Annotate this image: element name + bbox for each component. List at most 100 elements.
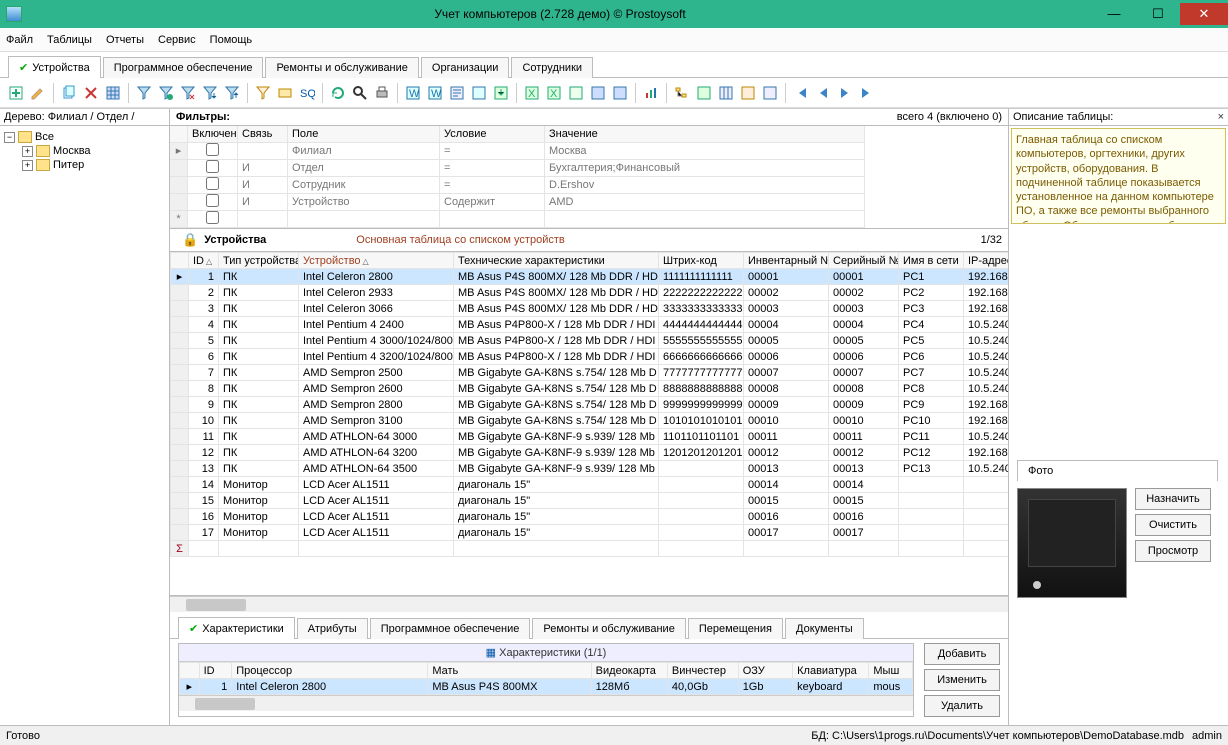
- table-row[interactable]: 11ПКAMD ATHLON-64 3000MB Gigabyte GA-K8N…: [171, 429, 1009, 445]
- copy-icon[interactable]: [59, 83, 79, 103]
- table-row[interactable]: 4ПКIntel Pentium 4 2400MB Asus P4P800-X …: [171, 317, 1009, 333]
- detail-add-button[interactable]: Добавить: [924, 643, 1000, 665]
- table-row[interactable]: 7ПКAMD Sempron 2500MB Gigabyte GA-K8NS s…: [171, 365, 1009, 381]
- photo-view-button[interactable]: Просмотр: [1135, 540, 1211, 562]
- edit-icon[interactable]: [28, 83, 48, 103]
- settings-icon[interactable]: [738, 83, 758, 103]
- expand-icon[interactable]: +: [22, 160, 33, 171]
- columns-icon[interactable]: [716, 83, 736, 103]
- col-header[interactable]: Процессор: [232, 663, 428, 679]
- dtab-moves[interactable]: Перемещения: [688, 618, 783, 639]
- dtab-software[interactable]: Программное обеспечение: [370, 618, 531, 639]
- filter-down-icon[interactable]: [200, 83, 220, 103]
- filter-row[interactable]: ИУстройствоСодержитAMD: [170, 194, 1008, 211]
- filter-enable-check[interactable]: [206, 143, 219, 156]
- menu-service[interactable]: Сервис: [158, 34, 196, 46]
- filter-enable-check[interactable]: [206, 211, 219, 224]
- chart-icon[interactable]: [641, 83, 661, 103]
- filter-save-icon[interactable]: [156, 83, 176, 103]
- table-row[interactable]: 15МониторLCD Acer AL1511диагональ 15"000…: [171, 493, 1009, 509]
- col-header[interactable]: Устройство: [299, 253, 454, 269]
- close-button[interactable]: ✕: [1180, 3, 1228, 25]
- tab-orgs[interactable]: Организации: [421, 57, 510, 78]
- tab-staff[interactable]: Сотрудники: [511, 57, 593, 78]
- expand-icon[interactable]: +: [22, 146, 33, 157]
- sql-icon[interactable]: SQL: [297, 83, 317, 103]
- filter-icon[interactable]: [134, 83, 154, 103]
- table-row[interactable]: 14МониторLCD Acer AL1511диагональ 15"000…: [171, 477, 1009, 493]
- fields-icon[interactable]: [760, 83, 780, 103]
- group-icon[interactable]: [694, 83, 714, 103]
- col-header[interactable]: ID: [199, 663, 232, 679]
- menu-reports[interactable]: Отчеты: [106, 34, 144, 46]
- table-row[interactable]: 13ПКAMD ATHLON-64 3500MB Gigabyte GA-K8N…: [171, 461, 1009, 477]
- col-header[interactable]: ID: [189, 253, 219, 269]
- menu-tables[interactable]: Таблицы: [47, 34, 92, 46]
- add-icon[interactable]: [6, 83, 26, 103]
- grid-hscrollbar[interactable]: [170, 596, 1008, 612]
- dtab-repairs[interactable]: Ремонты и обслуживание: [532, 618, 685, 639]
- grid-edit-icon[interactable]: [103, 83, 123, 103]
- filters-new-row[interactable]: *: [170, 211, 1008, 228]
- col-header[interactable]: Имя в сети: [899, 253, 964, 269]
- export-excel2-icon[interactable]: X: [544, 83, 564, 103]
- dtab-docs[interactable]: Документы: [785, 618, 864, 639]
- detail-row[interactable]: ▸ 1 Intel Celeron 2800 MB Asus P4S 800MX…: [180, 679, 913, 695]
- filter-row[interactable]: ИСотрудник=D.Ershov: [170, 177, 1008, 194]
- table-row[interactable]: 12ПКAMD ATHLON-64 3200MB Gigabyte GA-K8N…: [171, 445, 1009, 461]
- tree-node-piter[interactable]: + Питер: [4, 158, 165, 172]
- filter-row[interactable]: ИОтдел=Бухгалтерия;Финансовый: [170, 160, 1008, 177]
- menu-help[interactable]: Помощь: [210, 34, 253, 46]
- views-icon[interactable]: [275, 83, 295, 103]
- filter-enable-check[interactable]: [206, 160, 219, 173]
- nav-first-icon[interactable]: [791, 83, 811, 103]
- delete-icon[interactable]: [81, 83, 101, 103]
- filter-row[interactable]: ▸Филиал=Москва: [170, 143, 1008, 160]
- minimize-button[interactable]: —: [1092, 3, 1136, 25]
- nav-prev-icon[interactable]: [813, 83, 833, 103]
- table-row[interactable]: 3ПКIntel Celeron 3066MB Asus P4S 800MX/ …: [171, 301, 1009, 317]
- col-header[interactable]: Технические характеристики: [454, 253, 659, 269]
- filter-clear-icon[interactable]: [178, 83, 198, 103]
- export-dbf-icon[interactable]: [588, 83, 608, 103]
- dtab-characteristics[interactable]: ✔Характеристики: [178, 617, 295, 639]
- detail-edit-button[interactable]: Изменить: [924, 669, 1000, 691]
- maximize-button[interactable]: ☐: [1136, 3, 1180, 25]
- tree-icon[interactable]: [672, 83, 692, 103]
- col-header[interactable]: Серийный №: [829, 253, 899, 269]
- export-excel-icon[interactable]: X: [522, 83, 542, 103]
- dtab-attributes[interactable]: Атрибуты: [297, 618, 368, 639]
- photo-assign-button[interactable]: Назначить: [1135, 488, 1211, 510]
- photo-clear-button[interactable]: Очистить: [1135, 514, 1211, 536]
- main-grid[interactable]: IDТип устройстваУстройствоТехнические ха…: [170, 252, 1008, 596]
- table-row[interactable]: ▸1ПКIntel Celeron 2800MB Asus P4S 800MX/…: [171, 269, 1009, 285]
- filter-enable-check[interactable]: [206, 177, 219, 190]
- tab-repairs[interactable]: Ремонты и обслуживание: [265, 57, 418, 78]
- table-row[interactable]: 9ПКAMD Sempron 2800MB Gigabyte GA-K8NS s…: [171, 397, 1009, 413]
- table-row[interactable]: 2ПКIntel Celeron 2933MB Asus P4S 800MX/ …: [171, 285, 1009, 301]
- export-text-icon[interactable]: [447, 83, 467, 103]
- desc-close-icon[interactable]: ×: [1218, 111, 1224, 123]
- export-xml-icon[interactable]: [610, 83, 630, 103]
- table-row[interactable]: 8ПКAMD Sempron 2600MB Gigabyte GA-K8NS s…: [171, 381, 1009, 397]
- col-header[interactable]: Винчестер: [667, 663, 738, 679]
- export-word-icon[interactable]: W: [403, 83, 423, 103]
- export-word2-icon[interactable]: W: [425, 83, 445, 103]
- filter-enable-check[interactable]: [206, 194, 219, 207]
- menu-file[interactable]: Файл: [6, 34, 33, 46]
- col-header[interactable]: Видеокарта: [591, 663, 667, 679]
- col-header[interactable]: ОЗУ: [738, 663, 792, 679]
- export-html-icon[interactable]: [469, 83, 489, 103]
- col-header[interactable]: Мыш: [869, 663, 913, 679]
- tree-node-root[interactable]: − Все: [4, 130, 165, 144]
- export-csv-icon[interactable]: [566, 83, 586, 103]
- col-header[interactable]: Мать: [428, 663, 591, 679]
- col-header[interactable]: Штрих-код: [659, 253, 744, 269]
- table-row[interactable]: 10ПКAMD Sempron 3100MB Gigabyte GA-K8NS …: [171, 413, 1009, 429]
- table-row[interactable]: 6ПКIntel Pentium 4 3200/1024/800MB Asus …: [171, 349, 1009, 365]
- devices-table[interactable]: IDТип устройстваУстройствоТехнические ха…: [170, 252, 1008, 557]
- filter-alt-icon[interactable]: [253, 83, 273, 103]
- col-header[interactable]: Тип устройства: [219, 253, 299, 269]
- detail-delete-button[interactable]: Удалить: [924, 695, 1000, 717]
- expand-icon[interactable]: −: [4, 132, 15, 143]
